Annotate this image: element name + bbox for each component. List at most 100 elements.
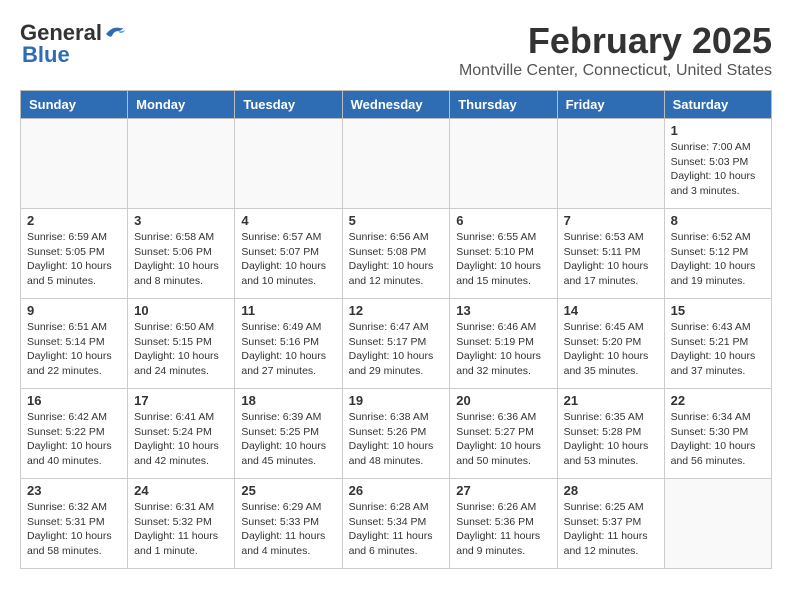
day-number: 13: [456, 303, 550, 318]
day-number: 20: [456, 393, 550, 408]
calendar-cell: 26 Sunrise: 6:28 AM Sunset: 5:34 PM Dayli…: [342, 479, 450, 569]
week-row-3: 9 Sunrise: 6:51 AM Sunset: 5:14 PM Daylig…: [21, 299, 772, 389]
calendar-cell: 21Sunrise: 6:35 AM Sunset: 5:28 PM Dayli…: [557, 389, 664, 479]
logo-blue-text: Blue: [22, 42, 70, 68]
calendar-cell: 4 Sunrise: 6:57 AM Sunset: 5:07 PM Daylig…: [235, 209, 342, 299]
week-row-2: 2Sunrise: 6:59 AM Sunset: 5:05 PM Daylig…: [21, 209, 772, 299]
day-number: 12: [349, 303, 444, 318]
day-info: Sunrise: 7:00 AM Sunset: 5:03 PM Dayligh…: [671, 140, 765, 199]
calendar-cell: 28 Sunrise: 6:25 AM Sunset: 5:37 PM Dayli…: [557, 479, 664, 569]
calendar-cell: 17Sunrise: 6:41 AM Sunset: 5:24 PM Dayli…: [128, 389, 235, 479]
day-number: 23: [27, 483, 121, 498]
weekday-header-sunday: Sunday: [21, 91, 128, 119]
calendar-cell: 24Sunrise: 6:31 AM Sunset: 5:32 PM Dayli…: [128, 479, 235, 569]
day-number: 3: [134, 213, 228, 228]
day-info: Sunrise: 6:53 AM Sunset: 5:11 PM Dayligh…: [564, 230, 658, 289]
month-title: February 2025: [459, 20, 772, 62]
calendar-cell: 3 Sunrise: 6:58 AM Sunset: 5:06 PM Daylig…: [128, 209, 235, 299]
day-info: Sunrise: 6:32 AM Sunset: 5:31 PM Dayligh…: [27, 500, 121, 559]
calendar-cell: 8 Sunrise: 6:52 AM Sunset: 5:12 PM Daylig…: [664, 209, 771, 299]
day-number: 19: [349, 393, 444, 408]
day-info: Sunrise: 6:45 AM Sunset: 5:20 PM Dayligh…: [564, 320, 658, 379]
day-info: Sunrise: 6:49 AM Sunset: 5:16 PM Dayligh…: [241, 320, 335, 379]
week-row-4: 16 Sunrise: 6:42 AM Sunset: 5:22 PM Dayli…: [21, 389, 772, 479]
day-number: 18: [241, 393, 335, 408]
calendar-cell: 11 Sunrise: 6:49 AM Sunset: 5:16 PM Dayli…: [235, 299, 342, 389]
day-number: 4: [241, 213, 335, 228]
calendar-table: SundayMondayTuesdayWednesdayThursdayFrid…: [20, 90, 772, 569]
day-info: Sunrise: 6:56 AM Sunset: 5:08 PM Dayligh…: [349, 230, 444, 289]
week-row-1: 1 Sunrise: 7:00 AM Sunset: 5:03 PM Daylig…: [21, 119, 772, 209]
calendar-cell: 2Sunrise: 6:59 AM Sunset: 5:05 PM Daylig…: [21, 209, 128, 299]
day-info: Sunrise: 6:28 AM Sunset: 5:34 PM Dayligh…: [349, 500, 444, 559]
day-number: 21: [564, 393, 658, 408]
calendar-cell: 19 Sunrise: 6:38 AM Sunset: 5:26 PM Dayli…: [342, 389, 450, 479]
calendar-cell: 13Sunrise: 6:46 AM Sunset: 5:19 PM Dayli…: [450, 299, 557, 389]
calendar-cell: [235, 119, 342, 209]
calendar-cell: 15 Sunrise: 6:43 AM Sunset: 5:21 PM Dayli…: [664, 299, 771, 389]
day-info: Sunrise: 6:51 AM Sunset: 5:14 PM Dayligh…: [27, 320, 121, 379]
day-info: Sunrise: 6:58 AM Sunset: 5:06 PM Dayligh…: [134, 230, 228, 289]
calendar-cell: 20 Sunrise: 6:36 AM Sunset: 5:27 PM Dayli…: [450, 389, 557, 479]
calendar-cell: 1 Sunrise: 7:00 AM Sunset: 5:03 PM Daylig…: [664, 119, 771, 209]
calendar-cell: 14 Sunrise: 6:45 AM Sunset: 5:20 PM Dayli…: [557, 299, 664, 389]
day-number: 22: [671, 393, 765, 408]
calendar-cell: 5 Sunrise: 6:56 AM Sunset: 5:08 PM Daylig…: [342, 209, 450, 299]
day-info: Sunrise: 6:34 AM Sunset: 5:30 PM Dayligh…: [671, 410, 765, 469]
day-info: Sunrise: 6:38 AM Sunset: 5:26 PM Dayligh…: [349, 410, 444, 469]
day-info: Sunrise: 6:42 AM Sunset: 5:22 PM Dayligh…: [27, 410, 121, 469]
logo: General Blue: [20, 20, 126, 68]
weekday-header-monday: Monday: [128, 91, 235, 119]
day-info: Sunrise: 6:57 AM Sunset: 5:07 PM Dayligh…: [241, 230, 335, 289]
calendar-cell: 25Sunrise: 6:29 AM Sunset: 5:33 PM Dayli…: [235, 479, 342, 569]
calendar-cell: 6 Sunrise: 6:55 AM Sunset: 5:10 PM Daylig…: [450, 209, 557, 299]
day-number: 14: [564, 303, 658, 318]
day-info: Sunrise: 6:50 AM Sunset: 5:15 PM Dayligh…: [134, 320, 228, 379]
weekday-header-friday: Friday: [557, 91, 664, 119]
location-text: Montville Center, Connecticut, United St…: [459, 62, 772, 80]
day-number: 24: [134, 483, 228, 498]
week-row-5: 23 Sunrise: 6:32 AM Sunset: 5:31 PM Dayli…: [21, 479, 772, 569]
calendar-cell: 16 Sunrise: 6:42 AM Sunset: 5:22 PM Dayli…: [21, 389, 128, 479]
day-info: Sunrise: 6:43 AM Sunset: 5:21 PM Dayligh…: [671, 320, 765, 379]
calendar-cell: [21, 119, 128, 209]
day-info: Sunrise: 6:55 AM Sunset: 5:10 PM Dayligh…: [456, 230, 550, 289]
day-number: 27: [456, 483, 550, 498]
calendar-cell: [557, 119, 664, 209]
weekday-header-row: SundayMondayTuesdayWednesdayThursdayFrid…: [21, 91, 772, 119]
calendar-cell: [342, 119, 450, 209]
day-number: 15: [671, 303, 765, 318]
day-info: Sunrise: 6:47 AM Sunset: 5:17 PM Dayligh…: [349, 320, 444, 379]
calendar-cell: 9 Sunrise: 6:51 AM Sunset: 5:14 PM Daylig…: [21, 299, 128, 389]
day-info: Sunrise: 6:25 AM Sunset: 5:37 PM Dayligh…: [564, 500, 658, 559]
logo-bird-icon: [104, 24, 126, 42]
day-number: 2: [27, 213, 121, 228]
title-area: February 2025 Montville Center, Connecti…: [459, 20, 772, 80]
calendar-cell: 12 Sunrise: 6:47 AM Sunset: 5:17 PM Dayli…: [342, 299, 450, 389]
day-number: 6: [456, 213, 550, 228]
weekday-header-wednesday: Wednesday: [342, 91, 450, 119]
weekday-header-tuesday: Tuesday: [235, 91, 342, 119]
day-number: 5: [349, 213, 444, 228]
weekday-header-saturday: Saturday: [664, 91, 771, 119]
calendar-cell: [450, 119, 557, 209]
day-number: 26: [349, 483, 444, 498]
day-number: 8: [671, 213, 765, 228]
day-number: 9: [27, 303, 121, 318]
calendar-cell: 7Sunrise: 6:53 AM Sunset: 5:11 PM Daylig…: [557, 209, 664, 299]
calendar-cell: 18Sunrise: 6:39 AM Sunset: 5:25 PM Dayli…: [235, 389, 342, 479]
calendar-cell: [128, 119, 235, 209]
day-info: Sunrise: 6:52 AM Sunset: 5:12 PM Dayligh…: [671, 230, 765, 289]
calendar-cell: [664, 479, 771, 569]
page-header: General Blue February 2025 Montville Cen…: [20, 20, 772, 80]
day-info: Sunrise: 6:36 AM Sunset: 5:27 PM Dayligh…: [456, 410, 550, 469]
weekday-header-thursday: Thursday: [450, 91, 557, 119]
day-number: 16: [27, 393, 121, 408]
calendar-cell: 22 Sunrise: 6:34 AM Sunset: 5:30 PM Dayli…: [664, 389, 771, 479]
day-number: 17: [134, 393, 228, 408]
calendar-cell: 23 Sunrise: 6:32 AM Sunset: 5:31 PM Dayli…: [21, 479, 128, 569]
day-number: 28: [564, 483, 658, 498]
day-number: 11: [241, 303, 335, 318]
calendar-cell: 10Sunrise: 6:50 AM Sunset: 5:15 PM Dayli…: [128, 299, 235, 389]
day-number: 1: [671, 123, 765, 138]
